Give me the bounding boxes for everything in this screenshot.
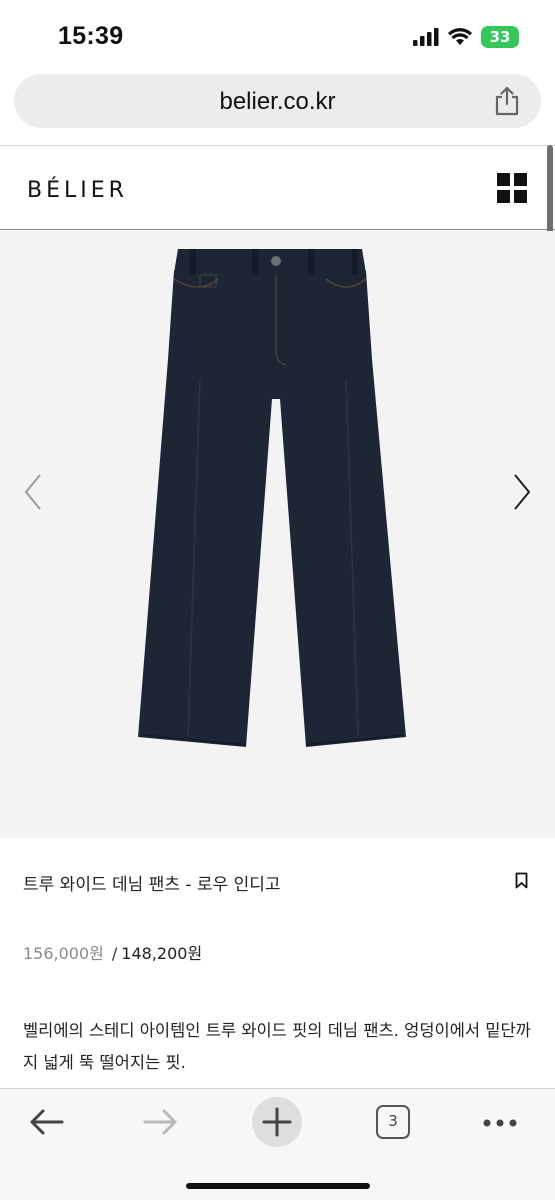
back-arrow-icon[interactable]	[28, 1107, 64, 1137]
more-icon[interactable]	[482, 1118, 518, 1128]
plus-icon	[262, 1107, 292, 1137]
site-logo[interactable]: BÉLIER	[27, 178, 128, 203]
product-title: 트루 와이드 데님 팬츠 - 로우 인디고	[23, 875, 281, 895]
share-icon[interactable]	[493, 86, 521, 116]
signal-icon	[413, 28, 439, 46]
next-image-arrow-icon[interactable]	[507, 469, 537, 515]
home-indicator	[186, 1183, 370, 1189]
product-image-gallery[interactable]	[0, 231, 555, 838]
status-bar: 15:39 33	[0, 0, 555, 70]
bookmark-icon[interactable]	[515, 872, 528, 889]
battery-icon: 33	[481, 26, 519, 48]
price-separator: /	[111, 944, 118, 963]
denim-pants-image	[138, 249, 406, 747]
price-row: 156,000원 /148,200원	[23, 940, 202, 964]
site-header: BÉLIER	[0, 145, 555, 230]
original-price: 156,000원	[23, 944, 104, 963]
new-tab-button[interactable]	[252, 1097, 302, 1147]
url-text[interactable]: belier.co.kr	[14, 88, 541, 116]
grid-menu-icon[interactable]	[497, 173, 527, 203]
previous-image-arrow-icon[interactable]	[18, 469, 48, 515]
browser-toolbar: 3	[0, 1088, 555, 1200]
wifi-icon	[448, 28, 472, 45]
address-bar[interactable]: belier.co.kr	[14, 74, 541, 128]
forward-arrow-icon[interactable]	[143, 1107, 179, 1137]
sale-price: 148,200원	[121, 944, 203, 963]
status-time: 15:39	[58, 22, 124, 50]
status-icons: 33	[413, 24, 519, 50]
product-description: 벨리에의 스테디 아이템인 트루 와이드 핏의 데님 팬츠. 엉덩이에서 밑단까…	[23, 1021, 531, 1072]
tabs-icon[interactable]: 3	[376, 1105, 410, 1139]
